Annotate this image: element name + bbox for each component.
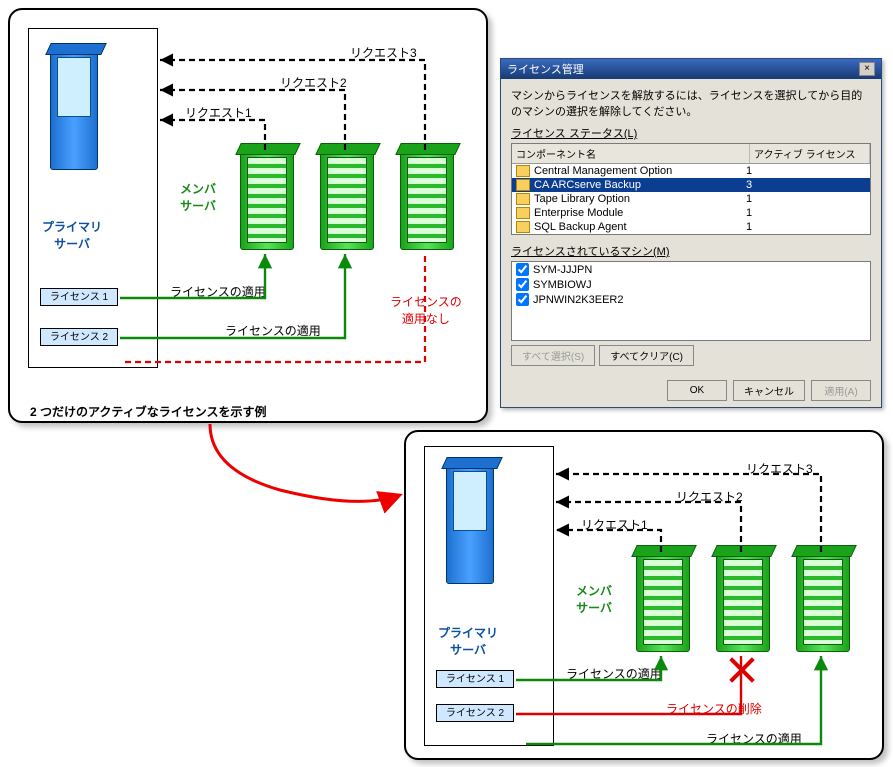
primary-server-label: プライマリ サーバ (438, 624, 498, 658)
member-server-1-icon (240, 150, 294, 250)
machine-checkbox[interactable] (516, 263, 529, 276)
machine-row[interactable]: SYMBIOWJ (512, 277, 870, 292)
request-3-label: リクエスト3 (746, 460, 813, 477)
apply-button[interactable]: 適用(A) (811, 380, 871, 401)
top-diagram-panel: プライマリ サーバ メンバ サーバ リクエスト1 リクエスト2 リクエスト3 ラ… (8, 8, 488, 423)
no-apply-label: ライセンスの 適用なし (390, 293, 462, 327)
folder-icon (516, 207, 530, 219)
delete-label: ライセンスの削除 (666, 700, 762, 717)
list-row[interactable]: Central Management Option1 (512, 164, 870, 178)
machines-list[interactable]: SYM-JJJPN SYMBIOWJ JPNWIN2K3EER2 (511, 261, 871, 341)
apply-1-label: ライセンスの適用 (170, 283, 266, 300)
select-all-button[interactable]: すべて選択(S) (511, 345, 595, 366)
license-2-badge: ライセンス 2 (436, 704, 514, 722)
list-row[interactable]: Tape Library Option1 (512, 192, 870, 206)
license-dialog: ライセンス管理 × マシンからライセンスを解放するには、ライセンスを選択してから… (500, 58, 882, 408)
status-label: ライセンス ステータス(L) (511, 125, 871, 141)
list-row[interactable]: CA ARCserve Backup3 (512, 178, 870, 192)
machines-label: ライセンスされているマシン(M) (511, 243, 871, 259)
dialog-titlebar: ライセンス管理 × (501, 59, 881, 79)
clear-all-button[interactable]: すべてクリア(C) (599, 345, 694, 366)
license-1-badge: ライセンス 1 (436, 670, 514, 688)
apply-2-label: ライセンスの適用 (706, 730, 802, 747)
folder-icon (516, 221, 530, 233)
list-row[interactable]: SQL Backup Agent1 (512, 220, 870, 234)
apply-1-label: ライセンスの適用 (566, 665, 662, 682)
member-server-2-icon (716, 552, 770, 652)
request-2-label: リクエスト2 (280, 74, 347, 91)
top-caption: 2 つだけのアクティブなライセンスを示す例 (30, 403, 266, 420)
dialog-instruction: マシンからライセンスを解放するには、ライセンスを選択してから目的のマシンの選択を… (511, 87, 871, 119)
request-1-label: リクエスト1 (185, 104, 252, 121)
member-server-1-icon (636, 552, 690, 652)
machine-checkbox[interactable] (516, 278, 529, 291)
member-server-3-icon (400, 150, 454, 250)
primary-server-icon (50, 50, 98, 170)
col-active: アクティブ ライセンス (750, 144, 870, 163)
request-2-label: リクエスト2 (676, 488, 743, 505)
folder-icon (516, 179, 530, 191)
machine-checkbox[interactable] (516, 293, 529, 306)
dialog-title: ライセンス管理 (507, 61, 584, 77)
primary-server-label: プライマリ サーバ (42, 218, 102, 252)
apply-2-label: ライセンスの適用 (225, 322, 321, 339)
member-server-label: メンバ サーバ (576, 582, 612, 616)
folder-icon (516, 165, 530, 177)
cross-icon (728, 656, 756, 684)
bottom-diagram-panel: プライマリ サーバ メンバ サーバ リクエスト1 リクエスト2 リクエスト3 ラ… (404, 430, 884, 760)
cancel-button[interactable]: キャンセル (733, 380, 805, 401)
member-server-label: メンバ サーバ (180, 180, 216, 214)
member-server-3-icon (796, 552, 850, 652)
license-2-badge: ライセンス 2 (40, 328, 118, 346)
license-1-badge: ライセンス 1 (40, 288, 118, 306)
primary-server-icon (446, 464, 494, 584)
folder-icon (516, 193, 530, 205)
close-icon[interactable]: × (859, 62, 875, 76)
machine-row[interactable]: JPNWIN2K3EER2 (512, 292, 870, 307)
component-list[interactable]: コンポーネント名 アクティブ ライセンス Central Management … (511, 143, 871, 235)
request-1-label: リクエスト1 (581, 516, 648, 533)
list-row[interactable]: Enterprise Module1 (512, 206, 870, 220)
list-header: コンポーネント名 アクティブ ライセンス (512, 144, 870, 164)
member-server-2-icon (320, 150, 374, 250)
request-3-label: リクエスト3 (350, 44, 417, 61)
ok-button[interactable]: OK (667, 380, 727, 401)
machine-row[interactable]: SYM-JJJPN (512, 262, 870, 277)
col-component: コンポーネント名 (512, 144, 750, 163)
